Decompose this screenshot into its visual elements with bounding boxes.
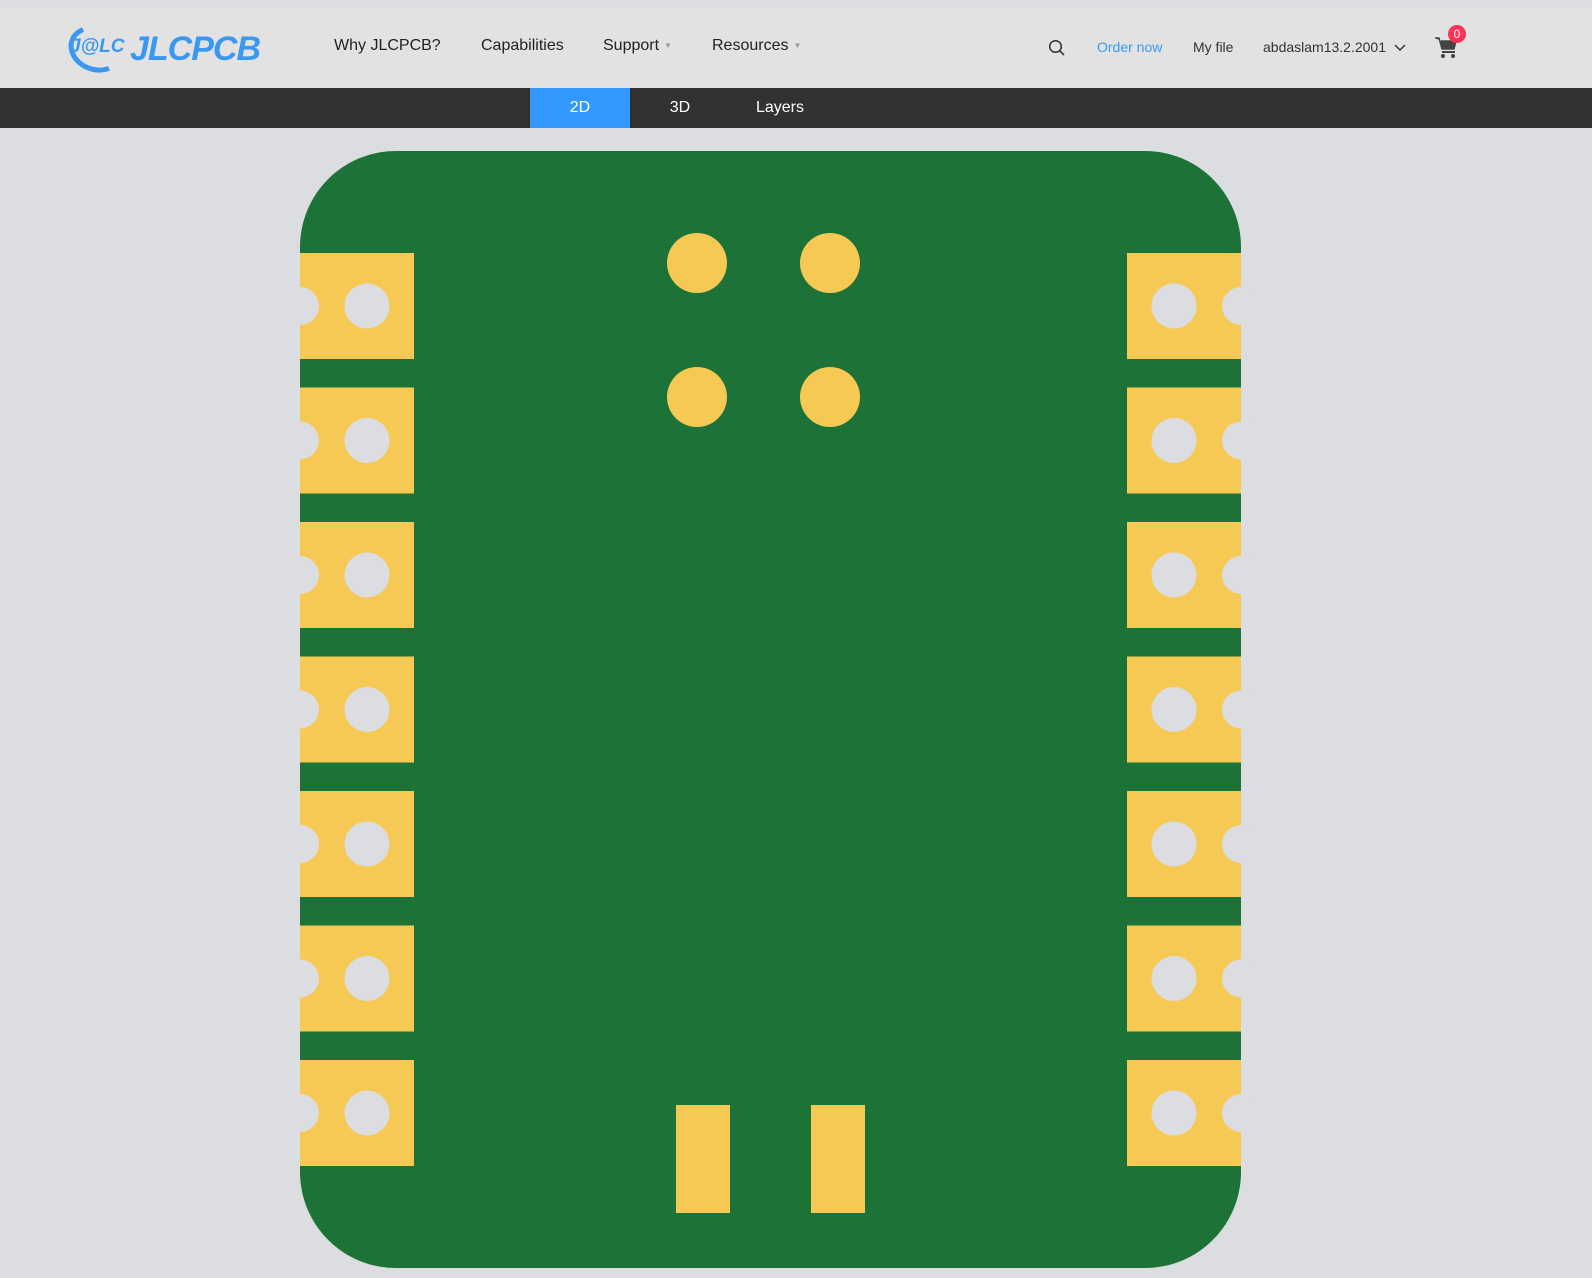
smd-pad — [676, 1105, 730, 1213]
pcb-board — [300, 151, 1241, 1268]
castellated-hole — [281, 959, 319, 998]
castellated-hole — [281, 287, 319, 325]
castellated-hole — [1222, 556, 1260, 594]
castellated-hole — [1222, 959, 1260, 998]
pad-hole — [344, 418, 390, 463]
castellated-hole — [1222, 825, 1260, 863]
pad-hole — [1151, 687, 1197, 732]
round-pad — [667, 367, 727, 427]
castellated-hole — [1222, 690, 1260, 729]
castellated-hole — [281, 825, 319, 863]
pad-hole — [344, 956, 390, 1001]
castellated-hole — [1222, 421, 1260, 460]
pad-hole — [344, 687, 390, 732]
castellated-hole — [281, 690, 319, 729]
pad-hole — [1151, 552, 1197, 598]
pad-hole — [1151, 283, 1197, 329]
round-pad — [667, 233, 727, 293]
smd-pad — [811, 1105, 865, 1213]
pad-hole — [1151, 956, 1197, 1001]
pad-hole — [344, 821, 390, 867]
round-pad — [800, 367, 860, 427]
pad-hole — [344, 283, 390, 329]
pad-hole — [1151, 1090, 1197, 1136]
round-pad — [800, 233, 860, 293]
castellated-hole — [281, 421, 319, 460]
pcb-2d-view[interactable] — [0, 0, 1592, 1278]
pad-hole — [344, 552, 390, 598]
castellated-hole — [281, 556, 319, 594]
castellated-hole — [281, 1094, 319, 1132]
pad-hole — [344, 1090, 390, 1136]
pad-hole — [1151, 821, 1197, 867]
castellated-hole — [1222, 287, 1260, 325]
pad-hole — [1151, 418, 1197, 463]
castellated-hole — [1222, 1094, 1260, 1132]
